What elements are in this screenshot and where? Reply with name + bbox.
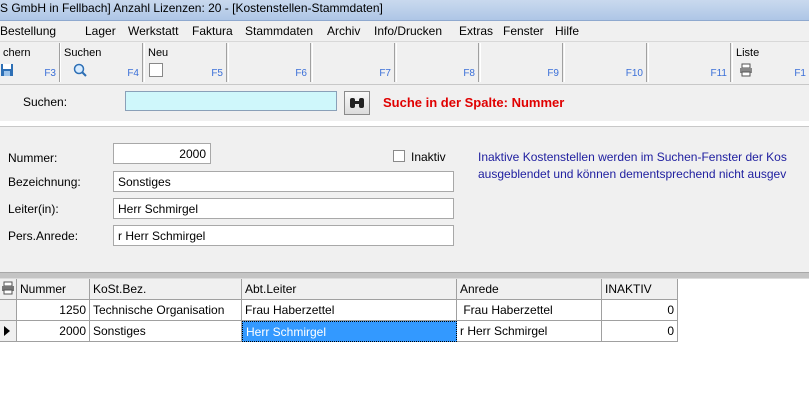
key-f8: F8: [463, 68, 475, 79]
info-line-2: ausgeblendet und können dementsprechend …: [478, 167, 787, 181]
current-row-arrow-icon: [4, 326, 10, 336]
printer-icon: [740, 63, 752, 77]
magnifier-icon: [73, 63, 87, 77]
panel-splitter[interactable]: [0, 272, 809, 279]
search-input[interactable]: [125, 91, 337, 111]
menu-werkstatt[interactable]: Werkstatt: [128, 24, 178, 38]
toolbar: chern F3 Suchen F4 Neu F5 F6 F7 F8 F9 F1…: [0, 42, 809, 85]
cell-abt-leiter-selected[interactable]: Herr Schmirgel: [242, 321, 457, 342]
liste-button[interactable]: Liste F1: [732, 43, 809, 82]
neu-button[interactable]: Neu F5: [144, 43, 227, 82]
menu-hilfe[interactable]: Hilfe: [555, 24, 579, 38]
suchen-button[interactable]: Suchen F4: [60, 43, 143, 82]
liste-label: Liste: [736, 47, 760, 59]
suchen-label: Suchen: [64, 47, 102, 59]
key-f5: F5: [211, 68, 223, 79]
row-indicator[interactable]: [0, 300, 17, 321]
anrede-label: Pers.Anrede:: [8, 229, 79, 243]
leiter-label: Leiter(in):: [8, 202, 59, 216]
printer-icon: [2, 281, 14, 295]
cell-nummer[interactable]: 2000: [17, 321, 90, 342]
toolbar-button-f8[interactable]: F8: [396, 43, 479, 82]
search-column-hint: Suche in der Spalte: Nummer: [383, 95, 565, 110]
binoculars-icon: [350, 98, 364, 108]
menu-archiv[interactable]: Archiv: [327, 24, 360, 38]
grid-print-corner[interactable]: [0, 279, 17, 300]
new-checkbox-icon: [149, 63, 163, 77]
key-f10: F10: [625, 68, 643, 79]
search-button[interactable]: [344, 91, 370, 115]
inaktiv-label: Inaktiv: [411, 150, 446, 164]
bezeichnung-label: Bezeichnung:: [8, 175, 81, 189]
row-indicator-current[interactable]: [0, 321, 17, 342]
cell-inaktiv[interactable]: 0: [602, 321, 678, 342]
window-title: S GmbH in Fellbach] Anzahl Lizenzen: 20 …: [0, 1, 383, 15]
cell-kost-bez[interactable]: Technische Organisation: [90, 300, 242, 321]
neu-label: Neu: [148, 47, 169, 59]
speichern-button[interactable]: chern F3: [0, 43, 60, 82]
cell-anrede[interactable]: Frau Haberzettel: [457, 300, 602, 321]
toolbar-button-f9[interactable]: F9: [480, 43, 563, 82]
key-f9: F9: [547, 68, 559, 79]
column-header-anrede[interactable]: Anrede: [457, 279, 602, 300]
key-f6: F6: [295, 68, 307, 79]
column-header-abt-leiter[interactable]: Abt.Leiter: [242, 279, 457, 300]
toolbar-button-f6[interactable]: F6: [228, 43, 311, 82]
info-line-1: Inaktive Kostenstellen werden im Suchen-…: [478, 150, 787, 164]
cell-inaktiv[interactable]: 0: [602, 300, 678, 321]
nummer-field[interactable]: 2000: [113, 143, 211, 164]
column-header-kost-bez[interactable]: KoSt.Bez.: [90, 279, 242, 300]
column-header-nummer[interactable]: Nummer: [17, 279, 90, 300]
leiter-field[interactable]: Herr Schmirgel: [113, 198, 454, 219]
key-f7: F7: [379, 68, 391, 79]
inaktiv-info-text: Inaktive Kostenstellen werden im Suchen-…: [478, 149, 809, 183]
cell-nummer[interactable]: 1250: [17, 300, 90, 321]
menu-bar: Bestellung Lager Werkstatt Faktura Stamm…: [0, 21, 809, 42]
cell-anrede[interactable]: r Herr Schmirgel: [457, 321, 602, 342]
cell-kost-bez[interactable]: Sonstiges: [90, 321, 242, 342]
cell-abt-leiter[interactable]: Frau Haberzettel: [242, 300, 457, 321]
anrede-field[interactable]: r Herr Schmirgel: [113, 225, 454, 246]
toolbar-button-f7[interactable]: F7: [312, 43, 395, 82]
nummer-label: Nummer:: [8, 151, 58, 165]
key-f1: F1: [794, 68, 806, 79]
column-header-inaktiv[interactable]: INAKTIV: [602, 279, 678, 300]
menu-stammdaten[interactable]: Stammdaten: [245, 24, 313, 38]
menu-lager[interactable]: Lager: [85, 24, 116, 38]
search-label: Suchen:: [23, 95, 68, 109]
toolbar-button-f11[interactable]: F11: [648, 43, 731, 82]
key-f3: F3: [44, 68, 56, 79]
key-f4: F4: [127, 68, 139, 79]
menu-bestellung[interactable]: Bestellung: [0, 24, 56, 38]
save-icon: [1, 64, 13, 76]
title-bar: S GmbH in Fellbach] Anzahl Lizenzen: 20 …: [0, 0, 809, 21]
bezeichnung-field[interactable]: Sonstiges: [113, 171, 454, 192]
menu-info-drucken[interactable]: Info/Drucken: [374, 24, 442, 38]
toolbar-button-f10[interactable]: F10: [564, 43, 647, 82]
menu-fenster[interactable]: Fenster: [503, 24, 544, 38]
speichern-label: chern: [3, 47, 31, 59]
inaktiv-checkbox[interactable]: [393, 150, 405, 162]
key-f11: F11: [710, 68, 728, 79]
menu-faktura[interactable]: Faktura: [192, 24, 233, 38]
menu-extras[interactable]: Extras: [459, 24, 493, 38]
